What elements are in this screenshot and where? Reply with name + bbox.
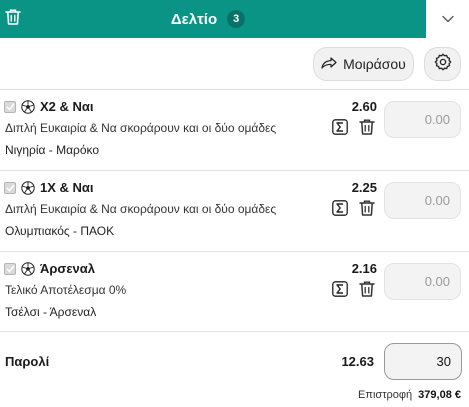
- parlay-total-odds: 12.63: [341, 354, 374, 369]
- bet-event: Ολυμπιακός - ΠΑΟΚ: [5, 224, 115, 238]
- share-button-label: Μοιράσου: [343, 56, 406, 72]
- divider: [0, 331, 469, 332]
- bet-odds: 2.16: [351, 261, 377, 276]
- bet-item: Χ2 & Ναι Διπλή Ευκαιρία & Να σκοράρουν κ…: [0, 90, 469, 170]
- delete-bet-icon[interactable]: [359, 118, 375, 136]
- bet-odds: 2.25: [351, 180, 377, 195]
- bet-item: 1Χ & Ναι Διπλή Ευκαιρία & Να σκοράρουν κ…: [0, 171, 469, 251]
- delete-bet-icon[interactable]: [359, 199, 375, 217]
- bet-market: Διπλή Ευκαιρία & Να σκοράρουν και οι δύο…: [5, 121, 277, 135]
- clear-all-trash-icon[interactable]: [4, 6, 22, 28]
- bet-event: Τσέλσι - Άρσεναλ: [5, 305, 97, 319]
- bet-checkbox[interactable]: [4, 101, 16, 113]
- stake-input[interactable]: [384, 182, 461, 219]
- selection-count-badge: 3: [227, 10, 246, 28]
- bet-selection: Άρσεναλ: [40, 261, 95, 276]
- share-arrow-icon: [321, 56, 337, 72]
- stake-input[interactable]: [384, 263, 461, 300]
- betslip-title: Δελτίο 3: [170, 10, 246, 28]
- bet-item: Άρσεναλ Τελικό Αποτέλεσμα 0% Τσέλσι - Άρ…: [0, 252, 469, 332]
- bet-odds: 2.60: [351, 99, 377, 114]
- football-icon: [21, 262, 35, 276]
- parlay-stake-input[interactable]: [384, 343, 462, 380]
- settings-button[interactable]: [424, 47, 461, 81]
- stake-input[interactable]: [384, 101, 461, 138]
- return-label: Επιστροφή: [358, 389, 413, 401]
- bet-selection: Χ2 & Ναι: [40, 99, 94, 114]
- gear-icon: [434, 53, 452, 76]
- delete-bet-icon[interactable]: [359, 280, 375, 298]
- bet-market: Τελικό Αποτέλεσμα 0%: [5, 283, 127, 297]
- parlay-label: Παρολί: [5, 354, 50, 369]
- football-icon: [21, 100, 35, 114]
- page-title: Δελτίο: [170, 10, 218, 28]
- share-button[interactable]: Μοιράσου: [313, 47, 414, 81]
- return-value: 379,08 €: [418, 389, 461, 401]
- football-icon: [21, 181, 35, 195]
- potential-return: Επιστροφή 379,08 €: [358, 389, 461, 401]
- collapse-toggle[interactable]: [426, 0, 469, 38]
- betslip-panel: Δελτίο 3 Μοιράσου Χ2 & Ναι Διπλή Ευκαιρί…: [0, 0, 469, 407]
- bet-selection: 1Χ & Ναι: [40, 180, 94, 195]
- bet-market: Διπλή Ευκαιρία & Να σκοράρουν και οι δύο…: [5, 202, 277, 216]
- header-bar[interactable]: Δελτίο 3: [0, 0, 426, 38]
- sigma-system-icon[interactable]: [332, 119, 348, 135]
- sigma-system-icon[interactable]: [332, 200, 348, 216]
- betslip-header: Δελτίο 3: [0, 0, 469, 38]
- chevron-down-icon: [441, 10, 454, 28]
- bet-event: Νιγηρία - Μαρόκο: [5, 143, 100, 157]
- sigma-system-icon[interactable]: [332, 281, 348, 297]
- bet-checkbox[interactable]: [4, 263, 16, 275]
- bet-checkbox[interactable]: [4, 182, 16, 194]
